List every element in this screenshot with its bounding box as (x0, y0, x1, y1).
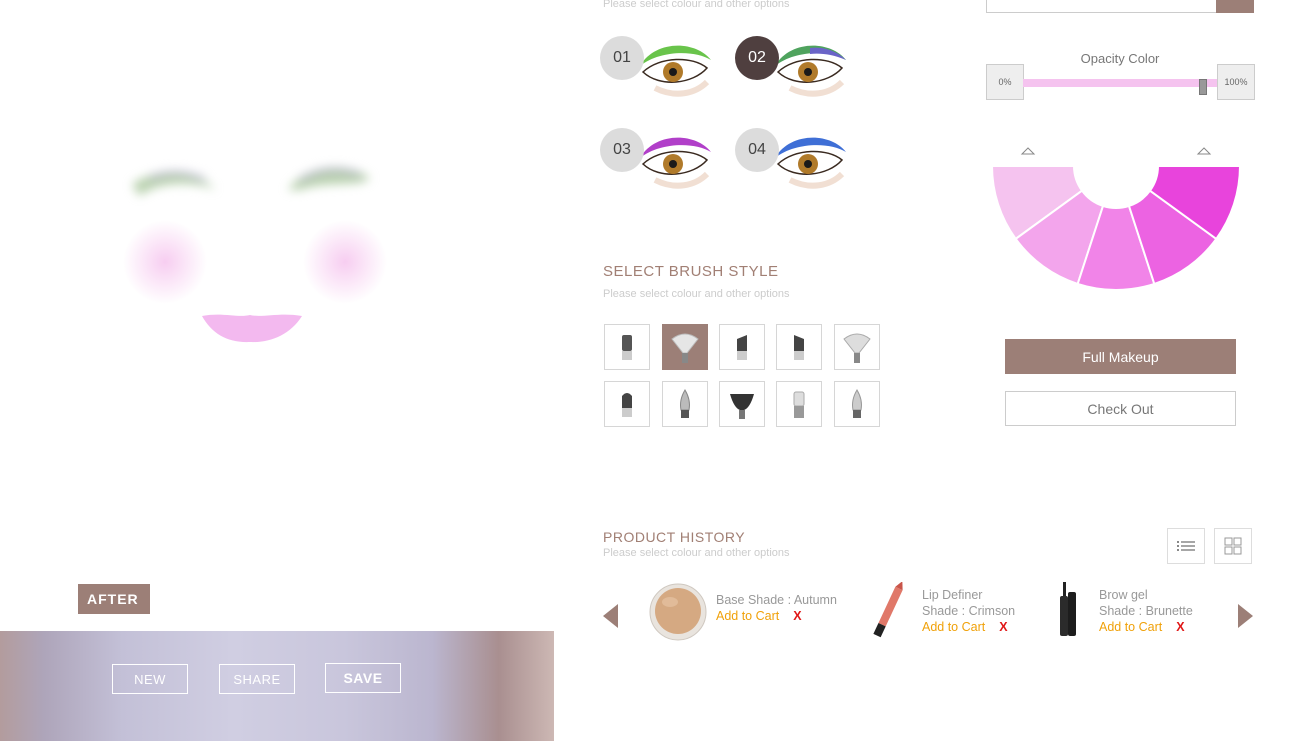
new-button[interactable]: NEW (112, 664, 188, 694)
eye-preview-icon (640, 137, 711, 189)
colour-select-field[interactable] (986, 0, 1218, 13)
eye-option-number[interactable]: 01 (600, 36, 644, 80)
history-product-info: Brow gel Shade : Brunette Add to Cart X (1099, 587, 1193, 635)
opacity-max-button[interactable]: 100% (1217, 64, 1255, 100)
left-eyebrow-shadow (132, 170, 216, 196)
preview-toolbar: NEW SHARE SAVE (0, 631, 554, 741)
opacity-label: Opacity Color (1080, 51, 1160, 66)
eye-preview-icon (775, 137, 846, 189)
eyeshadow-hint: Please select colour and other options (603, 0, 790, 10)
round-brush-icon (622, 393, 632, 417)
face-preview (0, 0, 554, 631)
product-name: Brow gel (1099, 588, 1148, 602)
brush-option[interactable] (776, 324, 822, 370)
angled-brush-icon (737, 335, 747, 360)
product-shade: Shade : Crimson (922, 604, 1016, 618)
product-name: Lip Definer (922, 588, 983, 602)
colour-palette (986, 140, 1254, 305)
brush-option[interactable] (604, 381, 650, 427)
powder-brush-icon (730, 394, 754, 419)
eye-preview-icon (640, 45, 711, 97)
fan-brush-icon (671, 333, 699, 363)
history-hint: Please select colour and other options (603, 547, 790, 559)
brush-option[interactable] (776, 381, 822, 427)
product-shade: Shade : Brunette (1099, 604, 1193, 618)
eye-option-number[interactable]: 03 (600, 128, 644, 172)
palette-left-marker-icon (1020, 147, 1036, 155)
history-product-2 (866, 581, 910, 645)
brush-section-title: SELECT BRUSH STYLE (603, 263, 779, 280)
eye-option-number[interactable]: 02 (735, 36, 779, 80)
remove-product-button[interactable]: X (793, 609, 801, 623)
palette-right-marker-icon (1196, 147, 1212, 155)
history-prev-arrow-icon[interactable] (603, 604, 618, 628)
flat-brush-icon (793, 391, 805, 418)
eye-preview-icon (775, 45, 846, 97)
colour-select-toggle[interactable] (1216, 0, 1254, 13)
right-eyebrow-shadow (288, 167, 370, 190)
history-product-1 (648, 582, 710, 649)
share-button[interactable]: SHARE (219, 664, 295, 694)
lips (202, 314, 302, 343)
remove-product-button[interactable]: X (999, 620, 1007, 634)
add-to-cart-link[interactable]: Add to Cart (716, 609, 779, 623)
eye-option-3[interactable] (635, 130, 715, 190)
check-out-button[interactable]: Check Out (1005, 391, 1236, 426)
remove-product-button[interactable]: X (1176, 620, 1184, 634)
grid-icon (1224, 537, 1242, 555)
pointed-brush-icon (680, 389, 690, 418)
brush-option[interactable] (662, 381, 708, 427)
brush-option[interactable] (719, 324, 765, 370)
product-name: Base Shade : Autumn (716, 593, 837, 607)
opacity-slider-track[interactable] (1023, 79, 1217, 87)
opacity-min-button[interactable]: 0% (986, 64, 1024, 100)
eye-option-2[interactable] (770, 38, 850, 98)
pointed-brush-icon (852, 389, 862, 418)
eye-option-number[interactable]: 04 (735, 128, 779, 172)
brush-hint: Please select colour and other options (603, 288, 790, 300)
fan-brush-icon (843, 333, 871, 363)
brush-option[interactable] (662, 324, 708, 370)
list-icon (1177, 541, 1195, 551)
brush-option[interactable] (834, 381, 880, 427)
right-blush (303, 220, 387, 304)
face-makeup-canvas (123, 167, 387, 343)
left-blush (123, 220, 207, 304)
history-section-title: PRODUCT HISTORY (603, 529, 746, 545)
colour-palette-wheel[interactable] (986, 140, 1254, 300)
brush-option[interactable] (719, 381, 765, 427)
eye-option-4[interactable] (770, 130, 850, 190)
grid-view-button[interactable] (1214, 528, 1252, 564)
lip-pencil-icon (873, 581, 903, 638)
angled-brush-icon (794, 335, 804, 360)
after-tab[interactable]: AFTER (78, 584, 150, 614)
full-makeup-button[interactable]: Full Makeup (1005, 339, 1236, 374)
history-product-info: Base Shade : Autumn Add to Cart X (716, 592, 837, 624)
opacity-slider-handle[interactable] (1199, 79, 1208, 95)
add-to-cart-link[interactable]: Add to Cart (1099, 620, 1162, 634)
list-view-button[interactable] (1167, 528, 1205, 564)
history-next-arrow-icon[interactable] (1238, 604, 1253, 628)
save-button[interactable]: SAVE (325, 663, 401, 693)
add-to-cart-link[interactable]: Add to Cart (922, 620, 985, 634)
history-product-3 (1052, 582, 1082, 643)
history-product-info: Lip Definer Shade : Crimson Add to Cart X (922, 587, 1015, 635)
brush-option[interactable] (834, 324, 880, 370)
foundation-powder-icon (649, 583, 707, 641)
flat-brush-icon (622, 335, 632, 360)
eye-option-1[interactable] (635, 38, 715, 98)
brow-gel-icon (1060, 582, 1076, 636)
brush-option[interactable] (604, 324, 650, 370)
